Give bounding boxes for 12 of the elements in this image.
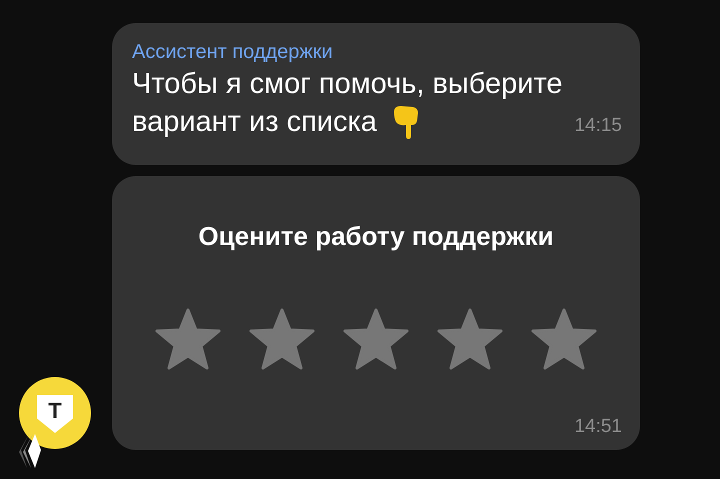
message-text: вариант из списка <box>132 105 377 140</box>
message-time: 14:51 <box>574 416 622 438</box>
sender-name: Ассистент поддержки <box>132 40 333 65</box>
bot-avatar: Т <box>19 377 91 449</box>
message-text: Чтобы я смог помочь, выберите <box>132 67 563 102</box>
rating-title: Оцените работу поддержки <box>198 220 554 252</box>
star-icon[interactable] <box>437 308 503 370</box>
star-icon[interactable] <box>343 308 409 370</box>
star-icon[interactable] <box>531 308 597 370</box>
star-icon[interactable] <box>155 308 221 370</box>
message-time: 14:15 <box>574 115 622 137</box>
star-icon[interactable] <box>249 308 315 370</box>
